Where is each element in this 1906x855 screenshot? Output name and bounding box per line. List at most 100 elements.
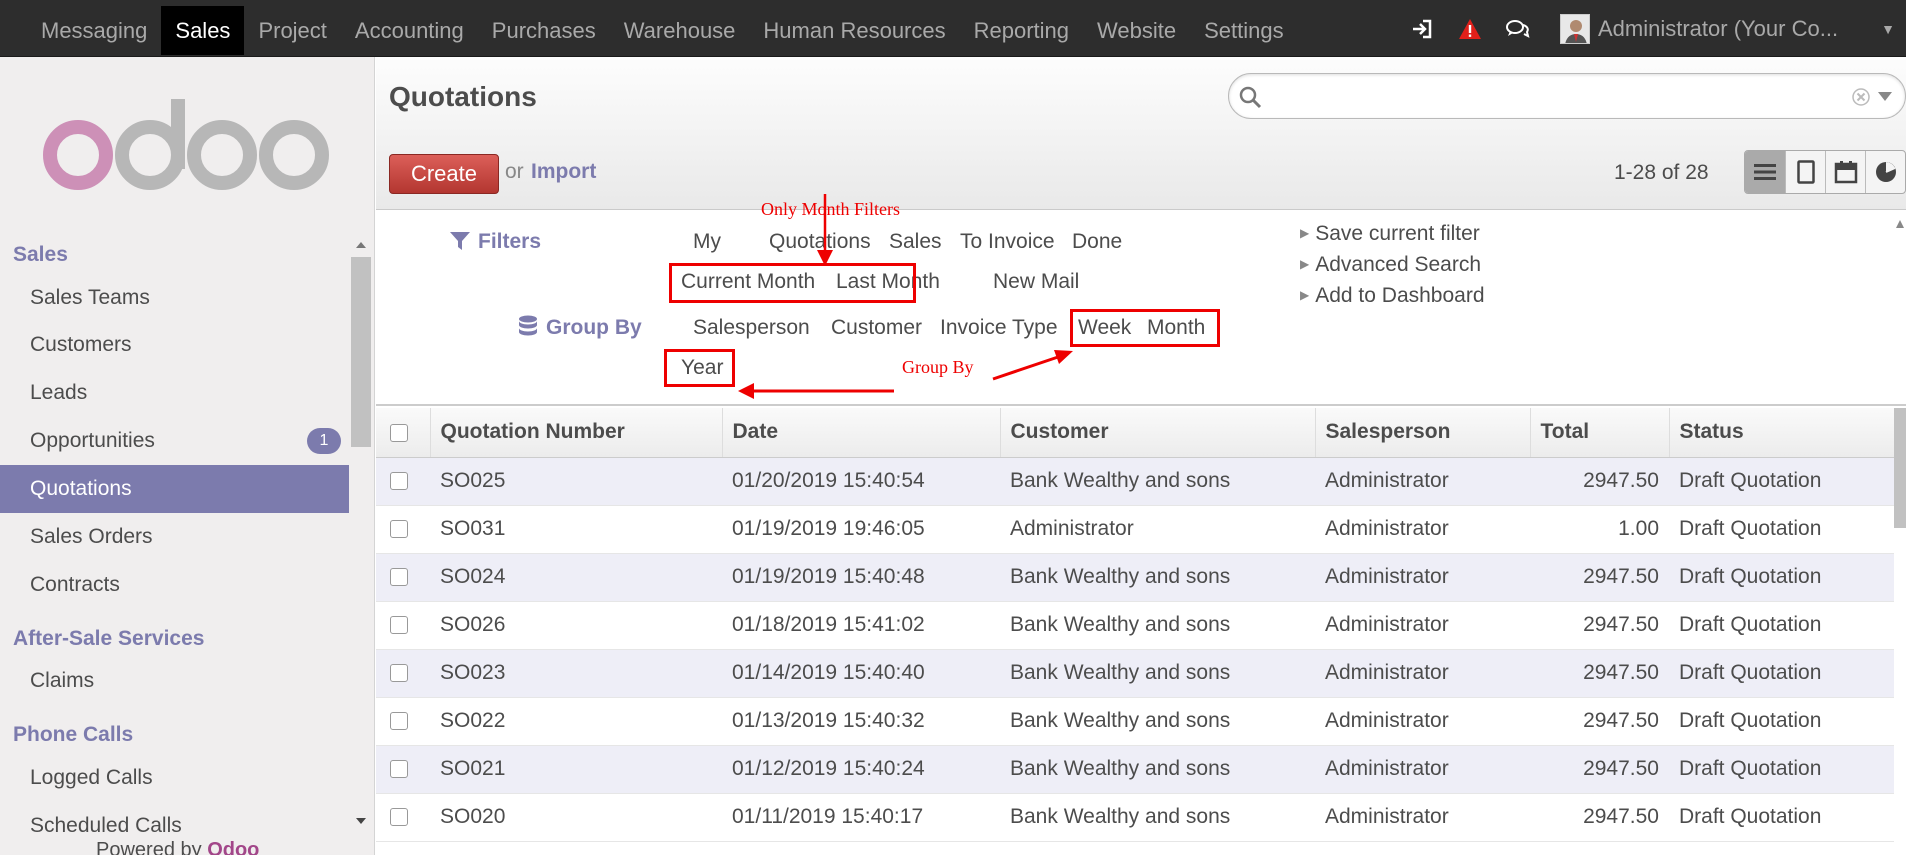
sidebar-item-customers[interactable]: Customers [0,321,349,369]
row-checkbox[interactable] [390,760,408,779]
calendar-view-icon[interactable] [1825,151,1865,193]
form-view-icon[interactable] [1785,151,1825,193]
row-checkbox[interactable] [390,808,408,827]
column-header-quotation-number[interactable]: Quotation Number [430,408,723,458]
column-header-status[interactable]: Status [1669,408,1895,458]
sign-in-icon[interactable] [1398,0,1446,57]
filter-scrollbar[interactable] [1894,216,1906,412]
cell-quotation-number: SO026 [430,601,722,650]
cell-customer: Bank Wealthy and sons [1000,649,1315,698]
search-input[interactable] [1269,82,1829,110]
row-checkbox[interactable] [390,568,408,587]
sidebar-item-quotations[interactable]: Quotations [0,465,349,513]
table-row[interactable]: SO024 01/19/2019 15:40:48 Bank Wealthy a… [376,553,1894,602]
cell-status: Draft Quotation [1669,505,1894,554]
list-view-icon[interactable] [1745,151,1785,193]
cell-customer: Bank Wealthy and sons [1000,457,1315,506]
menu-purchases[interactable]: Purchases [478,6,610,55]
sidebar-item-opportunities[interactable]: Opportunities 1 [0,417,349,465]
cell-total: 2947.50 [1530,601,1669,650]
cell-status: Draft Quotation [1669,649,1894,698]
select-all-checkbox[interactable] [390,423,408,442]
scroll-down-icon[interactable] [355,817,367,825]
scroll-up-icon[interactable] [355,241,367,249]
row-checkbox[interactable] [390,712,408,731]
menu-sales[interactable]: Sales [161,6,245,55]
cell-customer: Administrator [1000,505,1315,554]
user-name[interactable]: Administrator (Your Co... [1598,16,1870,42]
list-scrollbar[interactable] [1894,408,1906,528]
cell-quotation-number: SO021 [430,745,722,794]
sidebar-item-logged-calls[interactable]: Logged Calls [0,754,349,802]
graph-view-icon[interactable] [1865,151,1905,193]
cell-status: Draft Quotation [1669,601,1894,650]
sidebar-item-sales-teams[interactable]: Sales Teams [0,274,349,322]
select-all-cell [376,408,431,458]
row-select-cell [376,697,430,746]
sidebar-scroll-thumb[interactable] [351,257,371,447]
column-header-salesperson[interactable]: Salesperson [1315,408,1531,458]
advanced-option-label: Save current filter [1315,222,1480,245]
search-box[interactable] [1228,73,1906,119]
row-checkbox[interactable] [390,664,408,683]
table-row[interactable]: SO025 01/20/2019 15:40:54 Bank Wealthy a… [376,457,1894,506]
menu-website[interactable]: Website [1083,6,1190,55]
cell-date: 01/20/2019 15:40:54 [722,457,1000,506]
add-to-dashboard[interactable]: ▶ Add to Dashboard [1300,284,1485,308]
advanced-search[interactable]: ▶ Advanced Search [1300,253,1481,277]
chevron-down-icon[interactable]: ▼ [1870,21,1906,37]
row-checkbox[interactable] [390,472,408,491]
sidebar-item-sales-orders[interactable]: Sales Orders [0,513,349,561]
cell-date: 01/12/2019 15:40:24 [722,745,1000,794]
search-options-icon[interactable] [1877,91,1893,102]
sidebar: Sales Sales Teams Customers Leads Opport… [0,57,375,855]
sidebar-item-leads[interactable]: Leads [0,369,349,417]
sidebar-scrollbar[interactable] [350,235,372,835]
page-title: Quotations [389,81,537,112]
pager-value[interactable]: 1-28 of 28 [1614,161,1709,185]
column-header-date[interactable]: Date [722,408,1001,458]
odoo-logo[interactable] [40,93,340,202]
row-checkbox[interactable] [390,616,408,635]
menu-human-resources[interactable]: Human Resources [749,6,959,55]
column-header-customer[interactable]: Customer [1000,408,1316,458]
table-row[interactable]: SO021 01/12/2019 15:40:24 Bank Wealthy a… [376,745,1894,794]
menu-warehouse[interactable]: Warehouse [610,6,750,55]
cell-status: Draft Quotation [1669,553,1894,602]
table-row[interactable]: SO023 01/14/2019 15:40:40 Bank Wealthy a… [376,649,1894,698]
sidebar-section-after-sale-services: After-Sale Services [13,627,205,650]
menu-messaging[interactable]: Messaging [27,6,161,55]
sidebar-item-contracts[interactable]: Contracts [0,561,349,609]
menu-settings[interactable]: Settings [1190,6,1298,55]
cell-total: 2947.50 [1530,649,1669,698]
save-current-filter[interactable]: ▶ Save current filter [1300,222,1480,246]
cell-status: Draft Quotation [1669,457,1894,506]
clear-search-icon[interactable] [1852,88,1870,106]
row-select-cell [376,505,430,554]
row-checkbox[interactable] [390,520,408,539]
cell-date: 01/19/2019 19:46:05 [722,505,1000,554]
column-header-total[interactable]: Total [1530,408,1670,458]
cell-total: 2947.50 [1530,745,1669,794]
table-row[interactable]: SO022 01/13/2019 15:40:32 Bank Wealthy a… [376,697,1894,746]
cell-quotation-number: SO031 [430,505,722,554]
row-select-cell [376,793,430,842]
menu-reporting[interactable]: Reporting [960,6,1083,55]
chat-icon[interactable] [1494,0,1542,57]
table-row[interactable]: SO026 01/18/2019 15:41:02 Bank Wealthy a… [376,601,1894,650]
cell-quotation-number: SO020 [430,793,722,842]
advanced-option-label: Advanced Search [1315,253,1482,276]
row-select-cell [376,553,430,602]
quotations-list: Quotation Number Date Customer Salespers… [376,408,1895,842]
user-avatar[interactable] [1560,13,1590,44]
cell-customer: Bank Wealthy and sons [1000,553,1315,602]
view-switcher [1744,150,1906,194]
menu-project[interactable]: Project [244,6,340,55]
warning-icon[interactable] [1446,0,1494,57]
powered-by-link[interactable]: Odoo [207,839,259,855]
table-row[interactable]: SO020 01/11/2019 15:40:17 Bank Wealthy a… [376,793,1894,842]
table-row[interactable]: SO031 01/19/2019 19:46:05 Administrator … [376,505,1894,554]
cell-salesperson: Administrator [1315,697,1530,746]
sidebar-item-claims[interactable]: Claims [0,657,349,705]
menu-accounting[interactable]: Accounting [341,6,478,55]
